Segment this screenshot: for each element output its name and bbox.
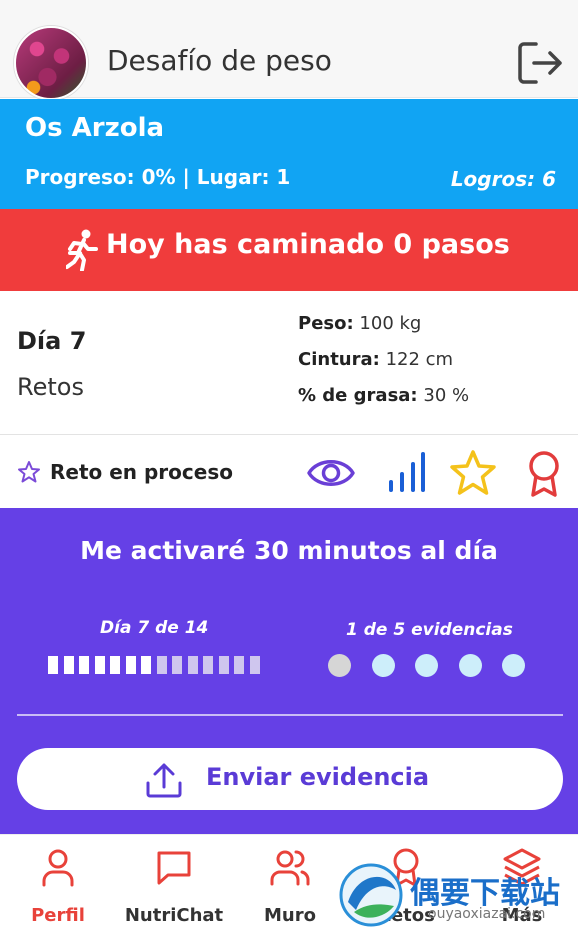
nav-label-perfil: Perfil: [31, 905, 85, 926]
peso-row: Peso: 100 kg: [298, 313, 421, 334]
evidence-dot: [502, 654, 525, 677]
nav-item-perfil[interactable]: Perfil: [0, 835, 116, 931]
chat-icon: [157, 851, 191, 885]
send-evidence-button[interactable]: Enviar evidencia: [17, 748, 563, 810]
steps-text: Hoy has caminado 0 pasos: [106, 229, 510, 260]
peso-label: Peso:: [298, 313, 354, 334]
walking-icon: [66, 229, 98, 271]
divider: [17, 714, 563, 716]
day-progress-square: [234, 656, 244, 674]
app-title: Desafío de peso: [107, 44, 332, 77]
cintura-row: Cintura: 122 cm: [298, 349, 453, 370]
watermark-logo-icon: [339, 863, 403, 927]
nav-item-muro[interactable]: Muro: [232, 835, 348, 931]
upload-icon: [146, 763, 182, 798]
cintura-label: Cintura:: [298, 349, 380, 370]
steps-banner: Hoy has caminado 0 pasos: [0, 209, 578, 291]
grasa-value: 30 %: [423, 385, 470, 406]
users-icon: [270, 850, 310, 886]
current-day: Día 7: [17, 327, 87, 355]
stats-panel: Día 7 Retos Peso: 100 kg Cintura: 122 cm…: [0, 291, 578, 435]
evidence-dot: [415, 654, 438, 677]
cintura-value: 122 cm: [385, 349, 454, 370]
evidence-progress-label: 1 de 5 evidencias: [346, 620, 513, 640]
profile-banner: Os Arzola Progreso: 0% | Lugar: 1 Logros…: [0, 99, 578, 209]
day-progress-square: [110, 656, 120, 674]
bar-chart-icon[interactable]: [381, 448, 431, 498]
day-progress-label: Día 7 de 14: [100, 618, 209, 638]
watermark: 偶要下载站 ouyaoxiazai.com: [338, 862, 578, 931]
star-icon[interactable]: [448, 448, 498, 498]
day-progress-square: [63, 656, 74, 674]
send-evidence-label: Enviar evidencia: [206, 763, 430, 791]
challenge-card: Me activaré 30 minutos al día Día 7 de 1…: [0, 508, 578, 834]
nav-label-muro: Muro: [264, 905, 316, 926]
day-progress-square: [156, 656, 167, 674]
logros-link[interactable]: Logros: 6: [451, 167, 556, 191]
profile-avatar[interactable]: [14, 26, 88, 100]
nav-label-nutrichat: NutriChat: [124, 905, 224, 926]
grasa-label: % de grasa:: [298, 385, 418, 406]
day-progress-square: [187, 656, 198, 674]
nav-item-nutrichat[interactable]: NutriChat: [116, 835, 232, 931]
reto-status-bar: Reto en proceso: [0, 436, 578, 508]
day-progress-square: [249, 656, 260, 674]
retos-label[interactable]: Retos: [17, 373, 84, 401]
day-progress-square: [79, 656, 89, 674]
user-name: Os Arzola: [25, 113, 165, 143]
peso-value: 100 kg: [359, 313, 422, 334]
evidence-dots: [328, 654, 528, 678]
evidence-dot: [458, 654, 482, 677]
day-progress-square: [94, 656, 105, 674]
award-icon[interactable]: [519, 448, 569, 498]
day-progress-square: [218, 656, 229, 674]
day-progress-square: [125, 656, 136, 674]
logout-icon[interactable]: [516, 40, 564, 86]
day-progress-square: [48, 656, 58, 674]
eye-icon[interactable]: [306, 448, 356, 498]
reto-status-label: Reto en proceso: [50, 460, 233, 484]
day-progress-square: [141, 656, 151, 674]
day-progress-bar: [48, 656, 268, 676]
day-progress-square: [172, 656, 182, 674]
user-icon: [42, 849, 74, 887]
grasa-row: % de grasa: 30 %: [298, 385, 469, 406]
progress-text: Progreso: 0% | Lugar: 1: [25, 165, 291, 189]
watermark-url: ouyaoxiazai.com: [428, 906, 546, 922]
evidence-dot: [328, 654, 351, 677]
star-outline-icon: [18, 461, 40, 483]
app-header: Desafío de peso: [0, 0, 578, 100]
challenge-title: Me activaré 30 minutos al día: [80, 536, 498, 565]
day-progress-square: [203, 656, 213, 674]
evidence-dot: [371, 654, 395, 677]
